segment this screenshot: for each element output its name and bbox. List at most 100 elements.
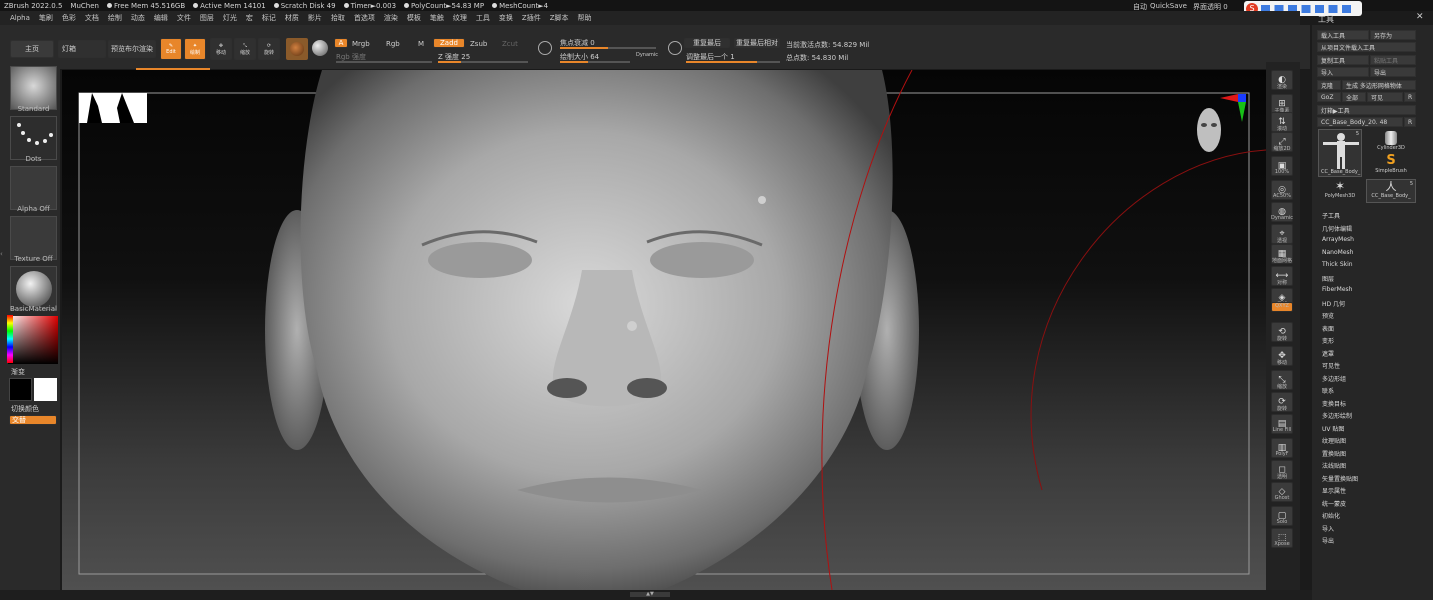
subpalette-item[interactable]: 子工具 (1322, 211, 1340, 220)
navigation-gizmo[interactable] (1197, 94, 1246, 152)
mrgb-toggle[interactable]: Mrgb (352, 40, 370, 48)
all-button[interactable]: 全部 (1342, 92, 1366, 102)
subpalette-item[interactable]: 联系 (1322, 386, 1334, 395)
menu-item[interactable]: 文档 (85, 13, 99, 23)
subpalette-item[interactable]: 变形 (1322, 336, 1334, 345)
sculpt-head-render[interactable] (62, 70, 1266, 590)
tool-thumb-polymesh[interactable]: ✶ PolyMesh3D (1318, 179, 1362, 203)
left-tray-handle[interactable]: ‹ (0, 250, 7, 310)
edit-button[interactable]: ✎ Edit (160, 38, 182, 60)
menu-item[interactable]: 模板 (407, 13, 421, 23)
replay-last-button[interactable]: 重复最后 (684, 38, 730, 48)
material-thumbnail[interactable] (10, 266, 57, 310)
menu-item[interactable]: Z脚本 (550, 13, 569, 23)
subpalette-item[interactable]: FiberMesh (1322, 286, 1352, 293)
menu-item[interactable]: 拾取 (331, 13, 345, 23)
subpalette-item[interactable]: 遮罩 (1322, 349, 1334, 358)
import-button[interactable]: 导入 (1317, 67, 1369, 77)
subpalette-item[interactable]: 初始化 (1322, 511, 1340, 520)
subpalette-item[interactable]: 多边形组 (1322, 374, 1346, 383)
make-polymesh-button[interactable]: 生成 多边形网格物体 (1342, 80, 1416, 90)
scale-button[interactable]: ⤡ 缩放 (234, 38, 256, 60)
zcut-toggle[interactable]: Zcut (502, 40, 518, 48)
quicksave-button[interactable]: QuickSave (1150, 2, 1187, 10)
subpalette-item[interactable]: 矢量置换贴图 (1322, 474, 1358, 483)
menu-item[interactable]: 笔触 (430, 13, 444, 23)
home-button[interactable]: 主页 (10, 40, 54, 58)
lightbox-button[interactable]: 灯箱 (58, 40, 106, 58)
r-button-2[interactable]: R (1404, 117, 1416, 127)
rotate-button[interactable]: ⟳ 旋转 (258, 38, 280, 60)
menu-item[interactable]: 帮助 (578, 13, 592, 23)
color-picker[interactable] (7, 315, 58, 364)
focal-shift-track[interactable] (560, 47, 656, 49)
z-intensity-track[interactable] (438, 61, 528, 63)
menu-item[interactable]: 纹理 (453, 13, 467, 23)
stroke-thumbnail[interactable] (10, 116, 57, 160)
zsub-toggle[interactable]: Zsub (470, 40, 487, 48)
lightbox-tools-button[interactable]: 灯箱▶工具 (1317, 105, 1416, 115)
hue-slider[interactable] (7, 315, 13, 363)
menu-item[interactable]: 工具 (476, 13, 490, 23)
subpalette-item[interactable]: 图层 (1322, 274, 1334, 283)
subpalette-item[interactable]: 可见性 (1322, 361, 1340, 370)
gradient-label[interactable]: 渐变 (11, 367, 25, 377)
menu-item[interactable]: 标记 (262, 13, 276, 23)
subpalette-item[interactable]: 导出 (1322, 536, 1334, 545)
subpalette-item[interactable]: 多边形绘制 (1322, 411, 1352, 420)
draw-size-track[interactable] (560, 61, 630, 63)
export-button[interactable]: 导出 (1370, 67, 1416, 77)
clone-button[interactable]: 克隆 (1317, 80, 1341, 90)
canvas-viewport[interactable] (62, 70, 1266, 590)
tool-thumb-body[interactable]: CC_Base_Body_ 5 (1318, 129, 1362, 177)
texture-sphere-icon[interactable] (312, 40, 328, 56)
menu-item[interactable]: 灯光 (223, 13, 237, 23)
menu-item[interactable]: 渲染 (384, 13, 398, 23)
subpalette-item[interactable]: 统一蒙皮 (1322, 499, 1346, 508)
load-tool-button[interactable]: 载入工具 (1317, 30, 1369, 40)
tool-thumb-cylinder[interactable]: Cylinder3D (1366, 129, 1416, 153)
a-toggle[interactable]: A (334, 38, 348, 48)
r-button[interactable]: R (1404, 92, 1416, 102)
subpalette-item[interactable]: 变换目标 (1322, 399, 1346, 408)
subpalette-item[interactable]: ArrayMesh (1322, 236, 1354, 243)
zadd-toggle[interactable]: Zadd (433, 38, 465, 48)
subpalette-item[interactable]: 预览 (1322, 311, 1334, 320)
texture-thumbnail[interactable] (10, 216, 57, 260)
menu-item[interactable]: 宏 (246, 13, 253, 23)
load-from-project-button[interactable]: 从项目文件载入工具 (1317, 42, 1416, 52)
move-button[interactable]: ✥ 移动 (210, 38, 232, 60)
subpalette-item[interactable]: Thick Skin (1322, 261, 1353, 268)
subpalette-item[interactable]: 置换贴图 (1322, 449, 1346, 458)
brush-thumbnail[interactable] (10, 66, 57, 110)
menu-item[interactable]: 材质 (285, 13, 299, 23)
subpalette-item[interactable]: 法线贴图 (1322, 461, 1346, 470)
subpalette-item[interactable]: 显示属性 (1322, 486, 1346, 495)
alpha-thumbnail[interactable] (10, 166, 57, 210)
replay-last-relative-button[interactable]: 重复最后相对 (734, 38, 780, 48)
secondary-color-swatch[interactable] (9, 378, 32, 401)
rgb-toggle[interactable]: Rgb (386, 40, 400, 48)
paste-tool-button[interactable]: 粘贴工具 (1370, 55, 1416, 65)
m-toggle[interactable]: M (418, 40, 424, 48)
subpalette-item[interactable]: NanoMesh (1322, 249, 1353, 256)
menu-item[interactable]: Z插件 (522, 13, 541, 23)
subpalette-item[interactable]: UV 贴图 (1322, 424, 1344, 433)
save-as-button[interactable]: 另存为 (1370, 30, 1416, 40)
draw-button[interactable]: ✦ 绘制 (184, 38, 206, 60)
current-tool-slider[interactable]: CC_Base_Body_20. 48 (1317, 117, 1403, 127)
menu-item[interactable]: 绘制 (108, 13, 122, 23)
subpalette-item[interactable]: 表面 (1322, 324, 1334, 333)
rgb-intensity-track[interactable] (336, 61, 432, 63)
subpalette-item[interactable]: 纹理贴图 (1322, 436, 1346, 445)
menu-item[interactable]: 笔刷 (39, 13, 53, 23)
menu-item[interactable]: 编辑 (154, 13, 168, 23)
subpalette-item[interactable]: 导入 (1322, 524, 1334, 533)
subpalette-item[interactable]: HD 几何 (1322, 299, 1345, 308)
goz-button[interactable]: GoZ (1317, 92, 1341, 102)
material-swatch[interactable] (286, 38, 308, 60)
main-color-swatch[interactable] (34, 378, 57, 401)
dynamic-toggle[interactable]: Dynamic (636, 52, 658, 58)
menu-item[interactable]: 色彩 (62, 13, 76, 23)
menu-item[interactable]: Alpha (10, 14, 30, 22)
